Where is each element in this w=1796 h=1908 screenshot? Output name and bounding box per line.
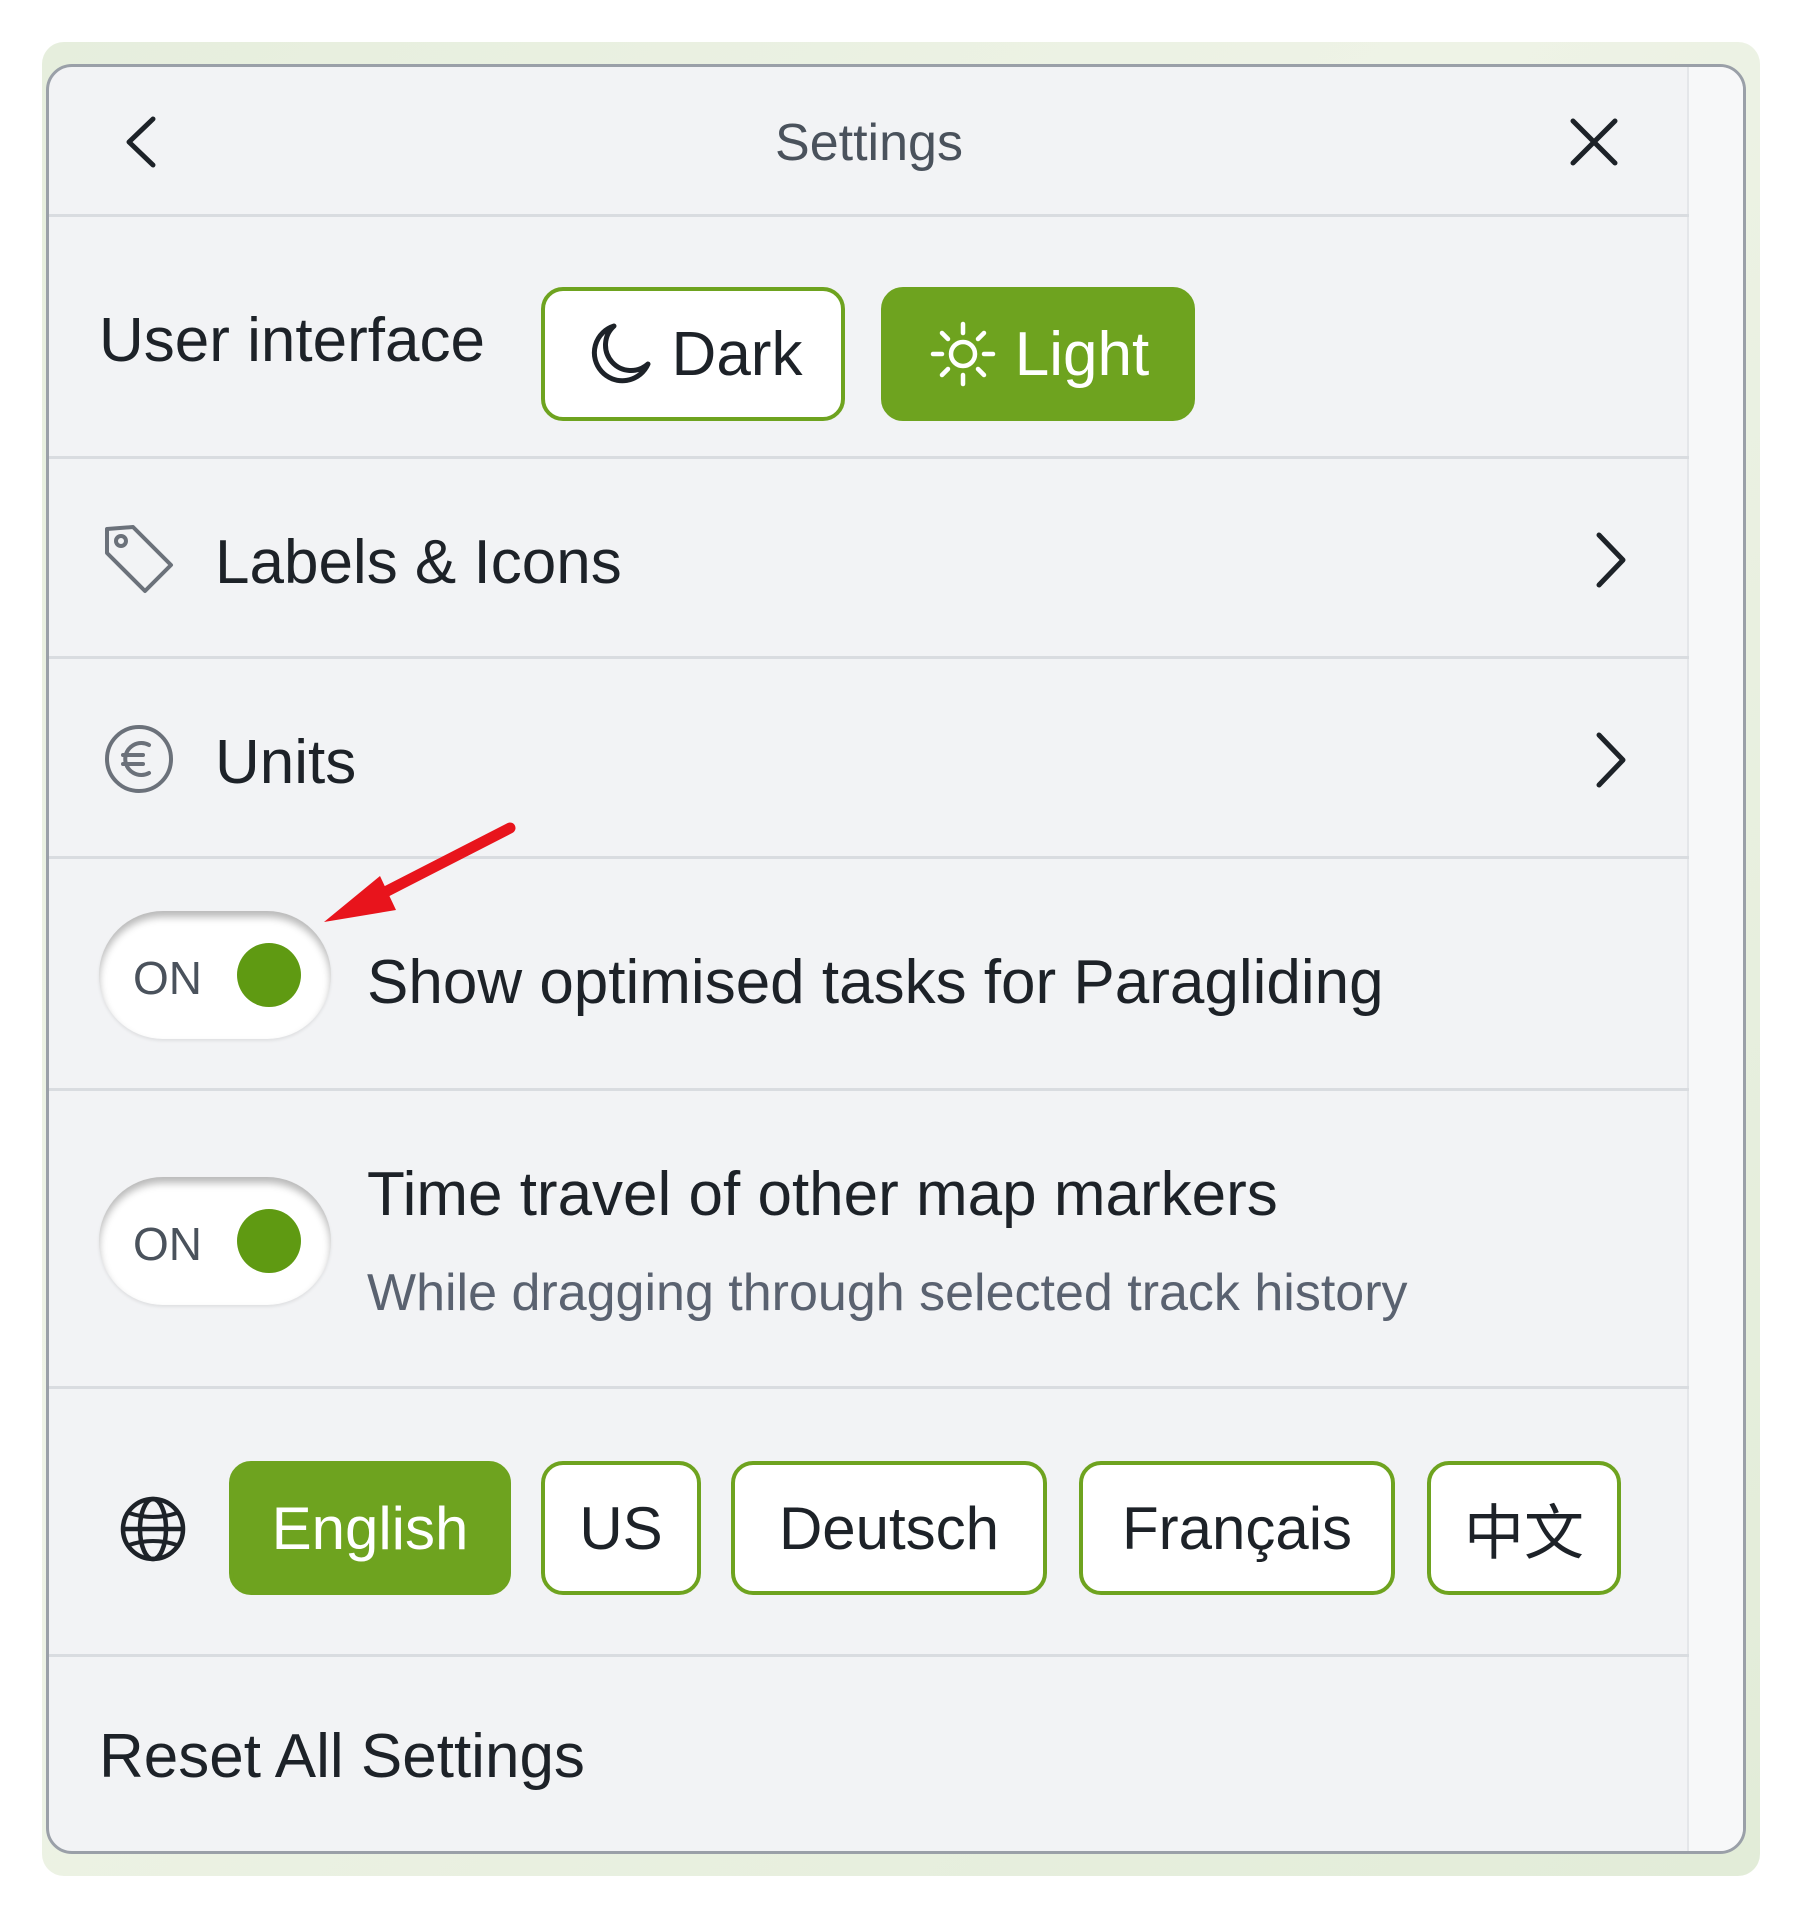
toggle-knob xyxy=(237,1209,301,1273)
annotation-arrow-icon xyxy=(324,822,516,922)
language-us-button[interactable]: US xyxy=(541,1461,701,1595)
dark-mode-label: Dark xyxy=(671,319,803,389)
close-icon[interactable] xyxy=(1559,107,1629,177)
settings-panel: Settings User interface Dark Light Label… xyxy=(46,64,1746,1854)
toggle-state-text: ON xyxy=(133,1218,202,1270)
time-travel-toggle[interactable]: ON xyxy=(99,1177,331,1305)
optimised-tasks-row: ON Show optimised tasks for Paragliding xyxy=(49,859,1689,1091)
globe-icon xyxy=(120,1496,186,1562)
language-chinese-button[interactable]: 中文 xyxy=(1427,1461,1621,1595)
sun-icon xyxy=(930,321,996,387)
light-mode-button[interactable]: Light xyxy=(881,287,1195,421)
time-travel-sublabel: While dragging through selected track hi… xyxy=(367,1264,1408,1322)
page-title: Settings xyxy=(775,114,963,172)
moon-icon xyxy=(591,323,651,384)
language-row: English US Deutsch Français 中文 xyxy=(49,1389,1689,1657)
euro-circle-icon xyxy=(105,725,173,793)
toggle-knob xyxy=(237,943,301,1007)
units-label: Units xyxy=(215,728,357,797)
chevron-right-icon xyxy=(1596,532,1626,588)
user-interface-label: User interface xyxy=(99,306,485,375)
language-english-button[interactable]: English xyxy=(229,1461,511,1595)
reset-row[interactable]: Reset All Settings xyxy=(49,1657,1689,1851)
chevron-right-icon xyxy=(1596,732,1626,788)
labels-icons-row[interactable]: Labels & Icons xyxy=(49,459,1689,659)
settings-header: Settings xyxy=(49,67,1689,217)
time-travel-row: ON Time travel of other map markers Whil… xyxy=(49,1091,1689,1389)
reset-all-settings-button[interactable]: Reset All Settings xyxy=(99,1721,585,1792)
time-travel-label: Time travel of other map markers xyxy=(367,1160,1278,1229)
optimised-tasks-toggle[interactable]: ON xyxy=(99,911,331,1039)
language-deutsch-button[interactable]: Deutsch xyxy=(731,1461,1047,1595)
light-mode-label: Light xyxy=(1014,319,1150,389)
language-francais-button[interactable]: Français xyxy=(1079,1461,1395,1595)
user-interface-row: User interface Dark Light xyxy=(49,217,1689,459)
dark-mode-button[interactable]: Dark xyxy=(541,287,845,421)
labels-icons-label: Labels & Icons xyxy=(215,528,622,597)
tag-icon xyxy=(105,525,173,593)
optimised-tasks-label: Show optimised tasks for Paragliding xyxy=(367,948,1384,1017)
units-row[interactable]: Units xyxy=(49,659,1689,859)
scrollbar-track[interactable] xyxy=(1687,67,1743,1851)
toggle-state-text: ON xyxy=(133,952,202,1004)
